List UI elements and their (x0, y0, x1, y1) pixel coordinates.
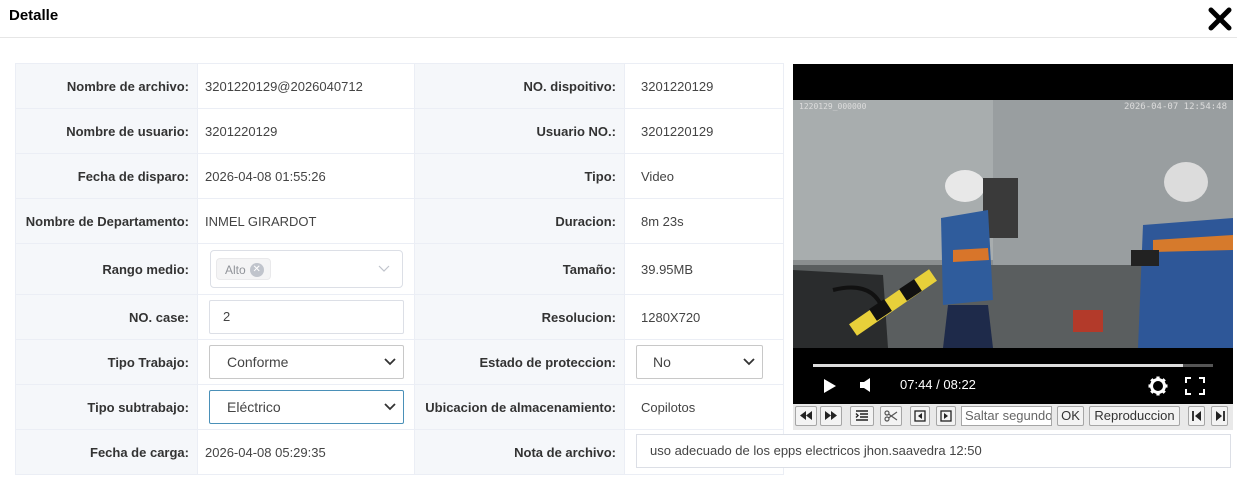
skip-start-button[interactable] (1188, 406, 1205, 426)
tipo-subtrabajo-value: Eléctrico (227, 399, 281, 415)
next-frame-button[interactable] (936, 406, 956, 426)
fecha-carga-value: 2026-04-08 05:29:35 (205, 444, 326, 460)
tamano-label: Tamaño: (414, 243, 625, 295)
nombre-archivo-label: Nombre de archivo: (15, 63, 198, 109)
tamano-value: 39.95MB (641, 261, 694, 277)
no-dispositivo-value: 3201220129 (641, 78, 714, 94)
nombre-archivo-value: 3201220129@2026040712 (205, 78, 363, 94)
progress-fill (813, 364, 1183, 367)
osd-timestamp: 2026-04-07 12:54:48 (1124, 102, 1227, 112)
rango-medio-label: Rango medio: (15, 243, 198, 295)
duracion-value: 8m 23s (641, 213, 684, 229)
close-icon[interactable] (1207, 6, 1233, 32)
nombre-usuario-value: 3201220129 (205, 123, 278, 139)
list-icon (855, 410, 868, 421)
play-icon[interactable] (823, 378, 837, 394)
skip-start-icon (1191, 411, 1201, 421)
ok-button[interactable]: OK (1057, 406, 1084, 426)
no-case-label: NO. case: (15, 294, 198, 340)
rango-medio-tag-label: Alto (225, 263, 246, 277)
rewind-icon (800, 411, 812, 420)
dialog-title: Detalle (9, 7, 59, 24)
resolucion-value: 1280X720 (641, 309, 701, 325)
chevron-down-icon (378, 265, 390, 272)
volume-icon[interactable] (859, 377, 873, 393)
detail-form: Nombre de archivo: 3201220129@2026040712… (15, 63, 784, 475)
next-frame-icon (940, 410, 952, 422)
estado-proteccion-value: No (653, 354, 671, 370)
gear-icon[interactable] (1148, 376, 1168, 396)
fecha-carga-label: Fecha de carga: (15, 429, 198, 475)
rewind-button[interactable] (795, 406, 817, 426)
time-display: 07:44 / 08:22 (900, 377, 976, 392)
video-frame[interactable] (793, 100, 1233, 348)
chevron-down-icon (743, 358, 755, 366)
usuario-no-value: 3201220129 (641, 123, 714, 139)
ubicacion-label: Ubicacion de almacenamiento: (414, 384, 625, 430)
no-dispositivo-label: NO. dispoitivo: (414, 63, 625, 109)
chevron-down-icon (384, 403, 396, 411)
video-toolbar: Saltar segundos OK Reproduccion (793, 404, 1233, 430)
no-case-input[interactable]: 2 (209, 300, 404, 334)
tipo-trabajo-label: Tipo Trabajo: (15, 339, 198, 385)
skip-end-icon (1215, 411, 1225, 421)
estado-proteccion-select[interactable]: No (636, 345, 763, 379)
progress-bar[interactable] (813, 364, 1213, 367)
fast-forward-button[interactable] (820, 406, 842, 426)
list-button[interactable] (850, 406, 874, 426)
ubicacion-value: Copilotos (641, 399, 696, 415)
nota-archivo-input[interactable]: uso adecuado de los epps electricos jhon… (636, 434, 1231, 468)
estado-proteccion-label: Estado de proteccion: (414, 339, 625, 385)
prev-frame-button[interactable] (910, 406, 930, 426)
fecha-disparo-label: Fecha de disparo: (15, 153, 198, 199)
tipo-trabajo-value: Conforme (227, 354, 289, 370)
skip-end-button[interactable] (1211, 406, 1228, 426)
resolucion-label: Resolucion: (414, 294, 625, 340)
clip-button[interactable] (880, 406, 902, 426)
tipo-value: Video (641, 168, 675, 184)
chevron-down-icon (384, 358, 396, 366)
prev-frame-icon (914, 410, 926, 422)
rango-medio-select[interactable]: Alto ✕ (210, 250, 403, 288)
tag-remove-icon[interactable]: ✕ (249, 262, 264, 277)
dialog-header: Detalle (0, 0, 1237, 38)
scissors-icon (884, 410, 898, 422)
usuario-no-label: Usuario NO.: (414, 108, 625, 154)
tipo-subtrabajo-label: Tipo subtrabajo: (15, 384, 198, 430)
duracion-label: Duracion: (414, 198, 625, 244)
video-player[interactable]: 1220129_000000 2026-04-07 12:54:48 07:44… (793, 64, 1233, 404)
fecha-disparo-value: 2026-04-08 01:55:26 (205, 168, 326, 184)
departamento-value: INMEL GIRARDOT (205, 213, 317, 229)
fast-forward-icon (825, 411, 837, 420)
tipo-label: Tipo: (414, 153, 625, 199)
osd-channel: 1220129_000000 (799, 102, 867, 111)
rango-medio-tag: Alto ✕ (216, 258, 271, 280)
tipo-trabajo-select[interactable]: Conforme (209, 345, 404, 379)
tipo-subtrabajo-select[interactable]: Eléctrico (209, 390, 404, 424)
nombre-usuario-label: Nombre de usuario: (15, 108, 198, 154)
fullscreen-icon[interactable] (1185, 377, 1205, 395)
nota-archivo-label: Nota de archivo: (414, 429, 625, 475)
departamento-label: Nombre de Departamento: (15, 198, 198, 244)
seek-seconds-input[interactable]: Saltar segundos (961, 406, 1052, 426)
playback-button[interactable]: Reproduccion (1089, 406, 1180, 426)
